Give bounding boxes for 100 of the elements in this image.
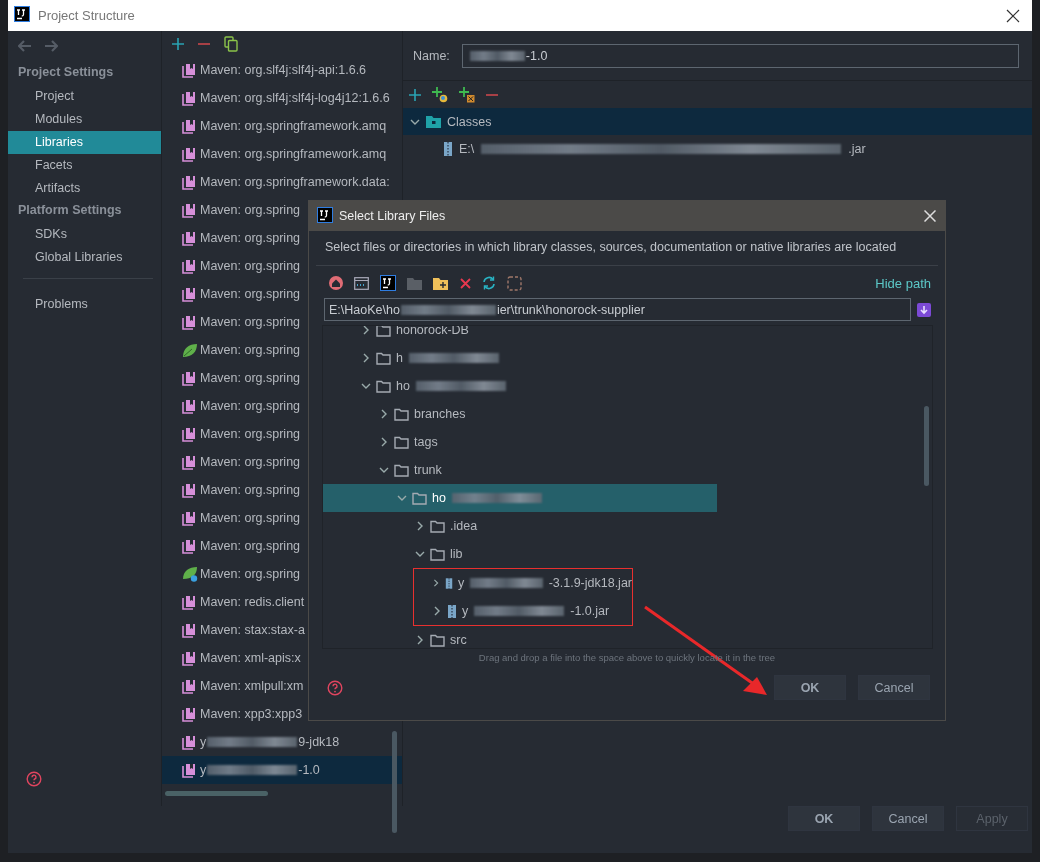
- scrollbar[interactable]: [924, 406, 929, 486]
- tree-row[interactable]: y -1.0.jar: [432, 597, 632, 625]
- chevron-right-icon[interactable]: [415, 635, 425, 645]
- folder-icon: [430, 519, 445, 533]
- new-folder-icon[interactable]: [433, 276, 449, 290]
- library-name: Maven: org.springframework.amq: [200, 119, 387, 133]
- library-name: Maven: org.spring: [200, 315, 301, 329]
- tree-label: y: [458, 576, 465, 590]
- add-archive-icon[interactable]: [459, 87, 475, 103]
- chevron-right-icon[interactable]: [432, 578, 441, 588]
- list-row-area[interactable]: Maven: org.springframework.data:: [162, 168, 402, 196]
- list-row-area[interactable]: Maven: org.slf4j:slf4j-log4j12:1.6.6: [162, 84, 402, 112]
- copy-icon[interactable]: [224, 36, 238, 52]
- field-value: E:\HaoKe\ho: [329, 302, 400, 317]
- jar-icon: [445, 575, 454, 591]
- add-globe-icon[interactable]: [432, 87, 448, 103]
- chevron-down-icon[interactable]: [361, 381, 371, 391]
- sidebar-item[interactable]: Project: [8, 85, 161, 108]
- help-icon[interactable]: [26, 771, 42, 787]
- library-name: y: [200, 735, 207, 749]
- tree-label: ho: [432, 491, 446, 505]
- library-icon: [182, 650, 197, 666]
- chevron-down-icon[interactable]: [415, 549, 425, 559]
- library-name: Maven: org.spring: [200, 567, 301, 581]
- list-row-area[interactable]: Maven: redis.client: [162, 588, 402, 616]
- refresh-icon[interactable]: [482, 276, 496, 290]
- library-name: Maven: org.spring: [200, 343, 301, 357]
- delete-icon[interactable]: [460, 277, 471, 289]
- close-icon[interactable]: [1006, 8, 1020, 23]
- chevron-right-icon[interactable]: [415, 521, 425, 531]
- jar-icon: [443, 141, 453, 157]
- sidebar-item[interactable]: Problems: [8, 293, 161, 316]
- add-icon[interactable]: [409, 89, 421, 101]
- button[interactable]: OK: [788, 806, 860, 831]
- scrollbar[interactable]: [392, 731, 397, 833]
- library-icon: [182, 734, 197, 750]
- tree-label: .idea: [450, 519, 478, 533]
- library-icon: [182, 62, 197, 78]
- folder-icon: [412, 491, 427, 505]
- list-row-area[interactable]: Maven: xpp3:xpp3: [162, 700, 402, 728]
- folder-icon: [394, 407, 409, 421]
- library-icon: [182, 174, 197, 190]
- hide-path-link[interactable]: Hide path: [875, 275, 931, 291]
- list-row-area[interactable]: y 9-jdk18: [162, 728, 402, 756]
- sidebar-item[interactable]: Global Libraries: [8, 246, 161, 269]
- home-icon[interactable]: [329, 276, 343, 290]
- list-row-area[interactable]: Maven: org.springframework.amq: [162, 112, 402, 140]
- library-name: Maven: org.spring: [200, 371, 301, 385]
- field-value: -1.0: [525, 49, 548, 63]
- tree-label: lib: [450, 547, 463, 561]
- jar-icon: [447, 603, 457, 619]
- classes-row[interactable]: Classes: [403, 108, 1032, 135]
- library-icon: [182, 398, 197, 414]
- library-name: 9-jdk18: [298, 735, 340, 749]
- help-icon[interactable]: [327, 679, 343, 696]
- list-row-area[interactable]: Maven: org.springframework.amq: [162, 140, 402, 168]
- sidebar-item[interactable]: Facets: [8, 154, 161, 177]
- file-path: .jar: [848, 142, 866, 156]
- dialog-title: Select Library Files: [339, 209, 447, 223]
- button[interactable]: Cancel: [872, 806, 944, 831]
- tree-label: y: [462, 604, 469, 618]
- library-icon: [182, 762, 197, 778]
- library-name: Maven: org.spring: [200, 203, 301, 217]
- chevron-right-icon[interactable]: [379, 437, 389, 447]
- list-row-area[interactable]: Maven: org.slf4j:slf4j-api:1.6.6: [162, 56, 402, 84]
- button[interactable]: OK: [774, 675, 846, 700]
- sidebar-item[interactable]: Modules: [8, 108, 161, 131]
- sidebar-item[interactable]: SDKs: [8, 223, 161, 246]
- library-icon: [182, 594, 197, 610]
- button[interactable]: Cancel: [858, 675, 930, 700]
- desktop-icon[interactable]: [354, 276, 369, 290]
- list-row-area[interactable]: Maven: xmlpull:xm: [162, 672, 402, 700]
- tree-row[interactable]: ho: [323, 484, 717, 512]
- tree-label: Classes: [447, 114, 492, 129]
- folder-icon: [407, 276, 422, 290]
- window-title: Project Structure: [38, 8, 136, 23]
- scrollbar[interactable]: [165, 791, 268, 796]
- library-icon: [182, 678, 197, 694]
- dashed-square-icon[interactable]: [507, 275, 522, 291]
- folder-icon: [430, 633, 445, 647]
- library-name: -1.0: [298, 763, 320, 777]
- chevron-right-icon[interactable]: [361, 353, 371, 363]
- library-name: Maven: org.spring: [200, 427, 301, 441]
- name-field[interactable]: -1.0: [461, 44, 1019, 68]
- path-field[interactable]: E:\HaoKe\ho ier\trunk\honorock-supplier: [324, 298, 911, 321]
- chevron-down-icon[interactable]: [379, 465, 389, 475]
- download-icon[interactable]: [917, 302, 931, 317]
- list-row[interactable]: y -1.0: [162, 756, 402, 784]
- tree-row[interactable]: y -3.1.9-jdk18.jar: [432, 569, 632, 597]
- chevron-right-icon[interactable]: [361, 326, 371, 335]
- chevron-right-icon[interactable]: [432, 606, 442, 616]
- chevron-down-icon[interactable]: [397, 493, 407, 503]
- tree-row[interactable]: h: [323, 344, 932, 372]
- sidebar-item[interactable]: Libraries: [8, 131, 161, 154]
- sidebar-item[interactable]: Artifacts: [8, 177, 161, 200]
- tree-label: ho: [396, 379, 410, 393]
- chevron-right-icon[interactable]: [379, 409, 389, 419]
- library-name: Maven: org.slf4j:slf4j-api:1.6.6: [200, 63, 367, 77]
- library-name: Maven: redis.client: [200, 595, 305, 609]
- add-icon[interactable]: [172, 38, 184, 50]
